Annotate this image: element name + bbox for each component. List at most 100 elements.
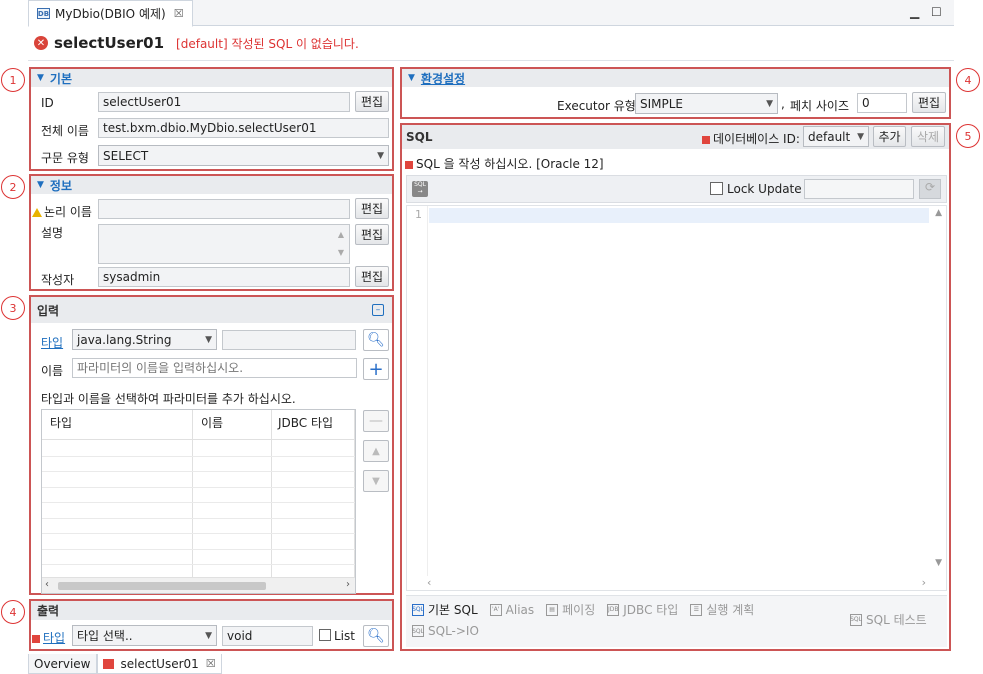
executor-label: Executor 유형 xyxy=(557,99,636,113)
close-icon[interactable]: ☒ xyxy=(174,7,184,20)
input-type-select[interactable]: java.lang.String ▼ xyxy=(72,329,217,350)
stmt-type-select[interactable]: SELECT ▼ xyxy=(98,145,389,166)
warning-icon xyxy=(32,208,42,217)
logical-edit-button[interactable]: 편집 xyxy=(355,198,389,219)
close-icon[interactable]: ☒ xyxy=(206,657,216,670)
error-message: [default] 작성된 SQL 이 없습니다. xyxy=(176,36,359,51)
gutter-divider xyxy=(427,206,428,576)
minimize-icon[interactable]: ▁ xyxy=(910,5,919,19)
logical-name-field[interactable] xyxy=(98,199,350,219)
error-icon: ✕ xyxy=(34,36,48,50)
badge-3: 3 xyxy=(1,296,25,320)
tab-paging[interactable]: ▤ 페이징 xyxy=(546,601,595,618)
scroll-left-icon[interactable]: ‹ xyxy=(45,579,49,590)
sql-section-title: SQL xyxy=(406,130,433,144)
env-section-title[interactable]: 환경설정 xyxy=(421,70,465,87)
sql-message-text: SQL 을 작성 하십시오. [Oracle 12] xyxy=(416,157,604,171)
tab-jdbc-type[interactable]: JDB JDBC 타입 xyxy=(607,601,678,618)
input-type-extra-field[interactable] xyxy=(222,330,356,350)
jdbc-icon: JDB xyxy=(607,603,620,616)
info-section: ▼ 정보 논리 이름 편집 설명 ▲ ▼ 편집 작성자 sysadmin 편집 xyxy=(29,174,394,291)
env-section: ▼ 환경설정 Executor 유형 SIMPLE ▼ , 페치 사이즈 0 편… xyxy=(400,67,951,119)
error-marker-icon xyxy=(702,135,710,144)
id-edit-button[interactable]: 편집 xyxy=(355,91,389,112)
add-database-button[interactable]: 추가 xyxy=(873,126,906,147)
stmt-type-value: SELECT xyxy=(103,148,149,163)
add-parameter-button[interactable]: + xyxy=(363,358,389,380)
input-section-title: 입력 xyxy=(37,303,60,318)
editor-tab[interactable]: DB MyDbio(DBIO 예제) ☒ xyxy=(28,0,193,27)
basic-section-header[interactable]: ▼ 기본 xyxy=(31,69,392,87)
scroll-left-icon[interactable]: ‹ xyxy=(427,576,431,589)
output-section-title: 출력 xyxy=(37,604,60,618)
list-checkbox[interactable] xyxy=(319,629,331,641)
error-marker-icon xyxy=(405,160,413,169)
input-name-field[interactable] xyxy=(72,358,357,378)
sql-test-button[interactable]: SQL SQL 테스트 xyxy=(850,611,927,628)
author-edit-button[interactable]: 편집 xyxy=(355,266,389,287)
db-icon: DB xyxy=(37,8,50,19)
info-section-title: 정보 xyxy=(49,178,73,193)
info-section-header[interactable]: ▼ 정보 xyxy=(31,176,392,194)
input-type-link[interactable]: 타입 xyxy=(41,334,63,351)
fetch-size-field[interactable]: 0 xyxy=(857,93,907,113)
output-type-select[interactable]: 타입 선택.. ▼ xyxy=(72,625,217,646)
sql-message: SQL 을 작성 하십시오. [Oracle 12] xyxy=(405,155,604,172)
table-rows xyxy=(42,410,355,578)
parameter-table[interactable]: 타입 이름 JDBC 타입 ‹ › xyxy=(41,409,356,594)
database-id-select[interactable]: default ▼ xyxy=(803,126,869,147)
error-marker-icon xyxy=(102,658,114,669)
format-sql-icon[interactable]: SQL → xyxy=(412,181,428,197)
tab-overview[interactable]: Overview xyxy=(28,654,97,674)
search-icon: 🔍︎ xyxy=(367,332,385,348)
bottom-tab-bar: Overview selectUser01 ☒ xyxy=(28,654,222,674)
chevron-down-icon: ▼ xyxy=(377,150,384,161)
output-type-label: 타입 xyxy=(32,629,65,646)
description-field[interactable] xyxy=(98,224,350,264)
id-field[interactable]: selectUser01 xyxy=(98,92,350,112)
delete-database-button[interactable]: 삭제 xyxy=(911,126,945,147)
remove-parameter-button[interactable]: — xyxy=(363,410,389,432)
env-section-header[interactable]: ▼ 환경설정 xyxy=(402,69,949,87)
search-icon: 🔍︎ xyxy=(367,628,385,644)
scroll-right-icon[interactable]: › xyxy=(922,576,926,589)
editor-header: ✕ selectUser01 [default] 작성된 SQL 이 없습니다. xyxy=(34,34,359,52)
description-scrollbar[interactable]: ▲ ▼ xyxy=(335,226,347,262)
fetch-edit-button[interactable]: 편집 xyxy=(912,92,946,113)
tab-paging-label: 페이징 xyxy=(562,603,596,617)
collapse-icon[interactable]: – xyxy=(372,304,384,316)
author-label: 작성자 xyxy=(41,273,75,287)
logical-name-label: 논리 이름 xyxy=(32,203,92,220)
fullname-label: 전체 이름 xyxy=(41,124,89,138)
tab-sql-io[interactable]: SQL SQL->IO xyxy=(412,624,479,638)
move-down-button[interactable]: ▼ xyxy=(363,470,389,492)
move-up-button[interactable]: ▲ xyxy=(363,440,389,462)
scrollbar-thumb[interactable] xyxy=(58,582,266,590)
output-search-button[interactable]: 🔍︎ xyxy=(363,625,389,647)
scroll-up-icon[interactable]: ▲ xyxy=(935,208,942,218)
error-marker-icon xyxy=(32,634,40,643)
sql-editor[interactable]: 1 ▲ ▼ ‹ › xyxy=(406,205,947,591)
tab-overview-label: Overview xyxy=(34,656,91,671)
executor-select[interactable]: SIMPLE ▼ xyxy=(635,93,778,114)
output-type-link[interactable]: 타입 xyxy=(43,631,65,645)
tab-explain-plan[interactable]: ☰ 실행 계획 xyxy=(690,601,754,618)
tab-explain-plan-label: 실행 계획 xyxy=(706,603,755,617)
description-edit-button[interactable]: 편집 xyxy=(355,224,389,245)
scroll-right-icon[interactable]: › xyxy=(346,579,350,590)
tab-select-user[interactable]: selectUser01 ☒ xyxy=(96,654,222,674)
author-field: sysadmin xyxy=(98,267,350,287)
plus-icon: + xyxy=(368,358,384,380)
maximize-icon[interactable]: ☐ xyxy=(931,5,942,19)
comma-separator: , xyxy=(781,97,785,111)
scroll-down-icon[interactable]: ▼ xyxy=(935,558,942,568)
tab-select-user-label: selectUser01 xyxy=(120,656,199,671)
search-button[interactable]: 🔍︎ xyxy=(363,329,389,351)
tab-basic-sql[interactable]: SQL 기본 SQL xyxy=(412,601,478,618)
description-label: 설명 xyxy=(41,226,64,240)
refresh-icon[interactable]: ⟳ xyxy=(919,179,941,199)
output-result-field[interactable]: void xyxy=(222,626,313,646)
lock-update-checkbox[interactable] xyxy=(710,182,723,195)
tab-alias[interactable]: 'A' Alias xyxy=(489,603,534,617)
horizontal-scrollbar[interactable]: ‹ › xyxy=(42,577,355,593)
